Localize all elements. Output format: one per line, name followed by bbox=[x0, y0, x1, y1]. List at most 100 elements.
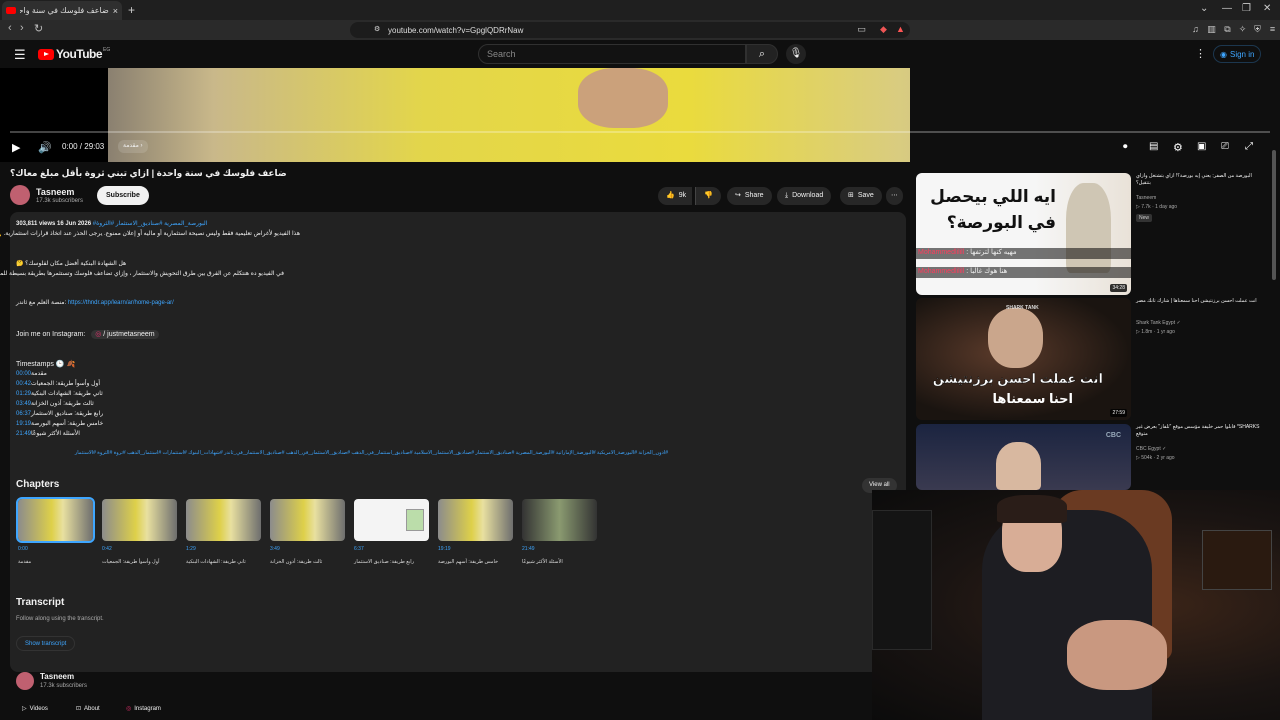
logo-wordmark: YouTube bbox=[56, 47, 103, 61]
tab-close-icon[interactable]: × bbox=[113, 6, 118, 16]
voice-search-button[interactable]: 🎙 bbox=[786, 44, 806, 64]
description-line-disclaimer: هذا الفيديو لأغراض تعليمية فقط وليس نصيح… bbox=[0, 231, 300, 237]
volume-icon[interactable]: 🔊 bbox=[38, 141, 52, 154]
progress-bar[interactable] bbox=[10, 131, 1270, 133]
chapter-card[interactable]: 1:29 ثاني طريقة: الشهادات البنكية bbox=[186, 499, 261, 565]
chapter-card[interactable]: 3:49 ثالث طريقة: أذون الخزانة bbox=[270, 499, 345, 565]
video-frame-hand bbox=[578, 68, 668, 128]
reload-icon[interactable]: ↻ bbox=[34, 22, 43, 35]
chapter-card[interactable]: 19:19 خامس طريقة: أسهم البورصة bbox=[438, 499, 513, 565]
webcam-hand bbox=[1067, 620, 1167, 690]
miniplayer-icon[interactable]: ▣ bbox=[1197, 141, 1206, 152]
channel-videos-button[interactable]: ▷ Videos bbox=[16, 702, 54, 717]
meta-hashtags[interactable]: #البورصة_المصرية #صناديق_الاستثمار #الثر… bbox=[93, 221, 208, 227]
cast-icon[interactable]: ▭ bbox=[856, 24, 867, 35]
channel-about-button[interactable]: ⊡ About bbox=[70, 702, 106, 717]
timestamp-link[interactable]: 03:49 bbox=[16, 401, 31, 407]
recommended-video[interactable]: CBC SHARKS* قابلوا حمر خليفة مؤسس موقع "… bbox=[916, 424, 1276, 490]
new-tab-button[interactable]: + bbox=[128, 3, 135, 17]
timestamp-link[interactable]: 21:49 bbox=[16, 431, 31, 437]
tabs-icon[interactable]: ⧉ bbox=[1222, 24, 1233, 35]
more-icon: ⋯ bbox=[891, 192, 898, 199]
brave-shield-icon[interactable]: ◆ bbox=[878, 24, 889, 35]
fullscreen-icon[interactable]: ⤢ bbox=[1245, 141, 1253, 152]
settings-menu-icon[interactable]: ⋮ bbox=[1195, 47, 1206, 60]
transcript-heading: Transcript bbox=[16, 597, 65, 608]
timestamp-label: رابع طريقة: صناديق الاستثمار bbox=[31, 411, 104, 417]
like-button[interactable]: 👍 9k bbox=[658, 187, 693, 205]
page-scrollbar[interactable] bbox=[1272, 150, 1276, 280]
timestamp-link[interactable]: 00:42 bbox=[16, 381, 31, 387]
vpn-icon[interactable]: ⛨ bbox=[1252, 24, 1263, 35]
timestamp-link[interactable]: 00:00 bbox=[16, 371, 31, 377]
back-icon[interactable]: ‹ bbox=[8, 22, 12, 34]
description-box[interactable] bbox=[10, 212, 906, 672]
forward-icon[interactable]: › bbox=[20, 22, 24, 34]
timestamp-link[interactable]: 06:37 bbox=[16, 411, 31, 417]
channel-avatar-footer[interactable] bbox=[16, 672, 34, 690]
autoplay-toggle-icon[interactable]: ⏺ bbox=[1123, 141, 1128, 152]
save-label: Save bbox=[857, 192, 874, 199]
play-icon[interactable]: ▶ bbox=[12, 141, 20, 154]
chat-overlay-2: Mohammedlilill : هنا هوك غالبا bbox=[916, 267, 1131, 278]
guide-menu-icon[interactable]: ☰ bbox=[14, 47, 26, 63]
time-display: 0:00 / 29:03 bbox=[62, 142, 105, 151]
browser-tab[interactable]: ضاعف فلوسك في سنة واحدة | ازا... × bbox=[2, 1, 122, 20]
extensions-icon[interactable]: ✧ bbox=[1237, 24, 1248, 35]
settings-icon[interactable]: ⚙ bbox=[1173, 141, 1183, 154]
chapter-label: مقدمة bbox=[18, 559, 32, 565]
rewards-icon[interactable]: ▲ bbox=[895, 24, 906, 35]
chapter-time: 0:42 bbox=[102, 546, 112, 552]
chapter-card[interactable]: 6:37 رابع طريقة: صناديق الاستثمار bbox=[354, 499, 429, 565]
sign-in-button[interactable]: ◉ Sign in bbox=[1213, 45, 1262, 63]
tab-search-icon[interactable]: ⌄ bbox=[1200, 3, 1208, 14]
more-actions-button[interactable]: ⋯ bbox=[886, 187, 903, 205]
thumbs-up-icon: 👍 bbox=[666, 192, 675, 199]
show-transcript-button[interactable]: Show transcript bbox=[16, 636, 76, 651]
description-hashtags[interactable]: #أذون_الخزانة #البورصة_الأمريكية #البورص… bbox=[16, 450, 668, 456]
search-button[interactable]: ⌕ bbox=[746, 44, 778, 64]
channel-avatar[interactable] bbox=[10, 185, 30, 205]
menu-icon[interactable]: ≡ bbox=[1267, 24, 1278, 35]
sidebar-icon[interactable]: ▥ bbox=[1206, 24, 1217, 35]
chapter-label: ثاني طريقة: الشهادات البنكية bbox=[186, 559, 246, 565]
url-bar[interactable]: ⚙ youtube.com/watch?v=GpglQDRrNaw bbox=[350, 22, 910, 38]
thumbnail-person bbox=[1066, 183, 1111, 273]
instagram-chip[interactable]: ◎ / justmetasneem bbox=[91, 330, 159, 339]
chapter-card[interactable]: 0:42 أول وأسوأ طريقة: الجمعيات bbox=[102, 499, 177, 565]
video-thumbnail: SHARK TANK انت عملت احسن برزنتيشن احنا س… bbox=[916, 298, 1131, 420]
chapter-time: 3:49 bbox=[270, 546, 280, 552]
close-window-button[interactable]: ✕ bbox=[1263, 3, 1271, 14]
timestamp-link[interactable]: 01:29 bbox=[16, 391, 31, 397]
channel-instagram-button[interactable]: ◎ Instagram bbox=[120, 702, 167, 717]
chapter-label: أول وأسوأ طريقة: الجمعيات bbox=[102, 559, 160, 565]
thumbnail-text-bottom: احنا سمعناها bbox=[992, 391, 1073, 406]
subtitles-icon[interactable]: ▤ bbox=[1149, 141, 1158, 152]
channel-name[interactable]: Tasneem bbox=[36, 187, 74, 197]
download-button[interactable]: ⤓ Download bbox=[777, 187, 832, 205]
maximize-button[interactable]: ❐ bbox=[1242, 3, 1251, 14]
search-input[interactable]: Search bbox=[478, 44, 746, 64]
music-icon[interactable]: ♫ bbox=[1190, 24, 1201, 35]
channel-name-footer[interactable]: Tasneem bbox=[40, 672, 74, 681]
timestamp-label: خامس طريقة: أسهم البورصة bbox=[31, 421, 104, 427]
timestamp-link[interactable]: 19:19 bbox=[16, 421, 31, 427]
cast-player-icon[interactable]: ⎚ bbox=[1221, 141, 1229, 152]
like-count: 9k bbox=[678, 192, 687, 199]
platform-link[interactable]: https://thndr.app/learn/ar/home-page-ar/ bbox=[68, 300, 174, 306]
videos-icon: ▷ bbox=[22, 706, 27, 712]
subscribe-button[interactable]: Subscribe bbox=[97, 186, 149, 205]
minimize-button[interactable]: — bbox=[1222, 3, 1232, 14]
chapter-chip[interactable]: مقدمة › bbox=[118, 140, 148, 153]
chapter-time: 6:37 bbox=[354, 546, 364, 552]
recommended-video[interactable]: ايه اللي بيحصل في البورصة؟ Mohammedlilil… bbox=[916, 173, 1276, 295]
chapter-time: 0:00 bbox=[18, 546, 28, 552]
chapter-card[interactable]: 0:00 مقدمة bbox=[16, 497, 95, 565]
chapter-card[interactable]: 21:49 الأسئلة الأكثر شيوعًا bbox=[522, 499, 597, 565]
save-button[interactable]: ⊞ Save bbox=[840, 187, 882, 205]
youtube-logo[interactable]: YouTube EG bbox=[38, 47, 110, 61]
recommended-video[interactable]: SHARK TANK انت عملت احسن برزنتيشن احنا س… bbox=[916, 298, 1276, 420]
share-button[interactable]: ↪ Share bbox=[727, 187, 772, 205]
dislike-button[interactable]: 👎 bbox=[695, 187, 721, 205]
site-info-icon[interactable]: ⚙ bbox=[374, 25, 380, 33]
